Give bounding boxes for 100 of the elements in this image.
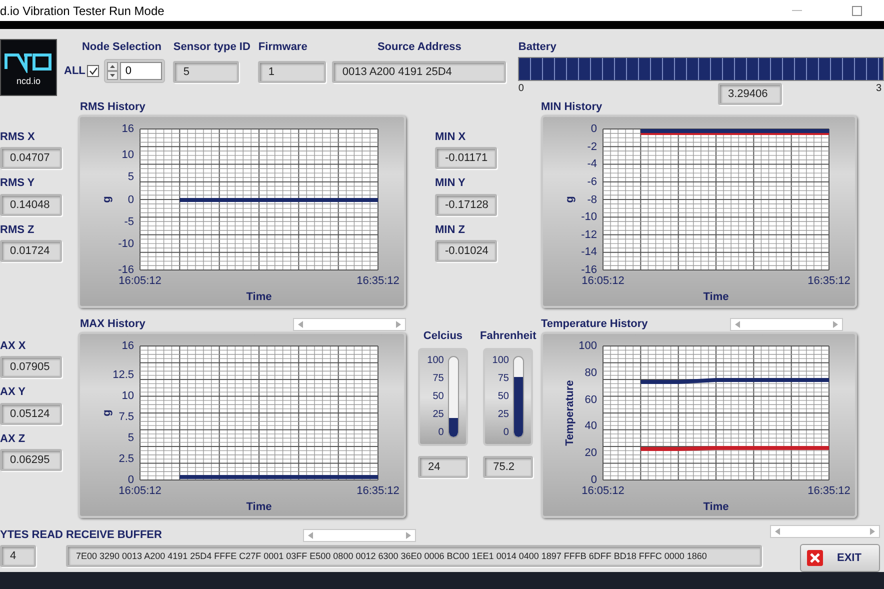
- right-arrow-icon: [870, 528, 875, 535]
- minimize-icon[interactable]: [792, 10, 802, 12]
- chart-title: MIN History: [541, 100, 604, 115]
- y-tick-label: 80: [584, 367, 597, 380]
- readout-field: 0.04707: [0, 147, 62, 170]
- readout-label: AX Y: [0, 385, 26, 400]
- check-icon: [88, 67, 98, 76]
- readout-label: MIN Y: [435, 176, 466, 192]
- y-tick-label: 2.5: [118, 453, 134, 466]
- thermometer-tick-label: 100: [427, 356, 444, 366]
- field-label: RECEIVE BUFFER: [66, 528, 162, 543]
- y-tick-label: 10: [122, 390, 134, 402]
- readout-label: RMS Z: [0, 222, 36, 238]
- horizontal-scrollbar[interactable]: [730, 318, 843, 330]
- thermometer-tick-label: 50: [432, 392, 444, 402]
- x-axis-title: Time: [703, 501, 729, 514]
- thermometer-tick-label: 75: [498, 374, 509, 384]
- y-tick-label: -8: [587, 194, 597, 206]
- field-label: Battery: [518, 40, 558, 55]
- x-axis-title: Time: [246, 291, 272, 304]
- thermometer-tick-label: 0: [503, 428, 509, 438]
- readout-field: 5: [173, 61, 240, 84]
- y-tick-label: 60: [584, 394, 597, 406]
- thermometer-tick-label: 25: [432, 410, 444, 420]
- down-arrow-icon: [110, 74, 116, 78]
- up-arrow-icon: [110, 65, 116, 68]
- thermometer-tick-label: 75: [432, 374, 444, 384]
- x-tick-label: 16:35:12: [808, 275, 850, 288]
- readout-field: 0.14048: [0, 194, 62, 216]
- readout-field: 1: [258, 61, 326, 84]
- y-tick-label: -5: [124, 216, 134, 228]
- thermometer-tick-label: 25: [498, 410, 509, 420]
- y-tick-label: 40: [584, 420, 597, 432]
- logo-text: ncd.io: [16, 75, 41, 88]
- window-title: d.io Vibration Tester Run Mode: [0, 2, 164, 20]
- exit-button[interactable]: EXIT: [800, 544, 880, 572]
- readout-field: 0.07905: [0, 356, 62, 378]
- horizontal-scrollbar[interactable]: [770, 524, 880, 538]
- y-tick-label: 0: [128, 474, 134, 486]
- field-label: Sensor type ID: [173, 40, 250, 55]
- readout-label: AX Z: [0, 432, 26, 447]
- readout-field: -0.01024: [435, 240, 497, 262]
- decrement-button[interactable]: [107, 71, 118, 80]
- left-arrow-icon: [775, 528, 780, 535]
- all-checkbox[interactable]: [87, 65, 100, 78]
- x-tick-label: 16:35:12: [356, 275, 400, 288]
- readout-field: 3.29406: [718, 83, 782, 106]
- thermometer-tick-label: 50: [498, 392, 509, 402]
- increment-button[interactable]: [107, 62, 118, 72]
- y-tick-label: -4: [587, 158, 597, 170]
- readout-label: RMS Y: [0, 176, 36, 192]
- readout-label: RMS X: [0, 130, 36, 145]
- y-tick-label: 0: [590, 123, 597, 136]
- y-tick-label: 12.5: [112, 369, 134, 382]
- node-number-field[interactable]: 0: [120, 62, 162, 80]
- scale-min-label: 0: [518, 82, 524, 96]
- logo-mark-icon: [4, 51, 54, 74]
- y-tick-label: 5: [128, 432, 134, 444]
- readout-label: MIN X: [435, 130, 467, 145]
- y-tick-label: -16: [581, 264, 597, 276]
- readout-field: -0.01171: [435, 147, 497, 170]
- y-tick-label: -2: [587, 141, 597, 154]
- readout-field: 0013 A200 4191 25D4: [332, 61, 506, 84]
- y-tick-label: 20: [584, 447, 597, 460]
- field-label: Firmware: [258, 40, 308, 55]
- y-axis-title: g: [101, 410, 113, 417]
- chart-title: Temperature History: [541, 316, 648, 332]
- horizontal-scrollbar[interactable]: [303, 528, 416, 542]
- y-tick-label: 0: [128, 194, 134, 206]
- y-axis-title: g: [564, 196, 576, 204]
- maximize-icon[interactable]: [852, 6, 862, 16]
- readout-field: 0.01724: [0, 240, 62, 262]
- y-tick-label: 16: [122, 123, 134, 136]
- right-arrow-icon: [396, 320, 401, 328]
- field-label: Source Address: [377, 40, 462, 55]
- readout-field: -0.17128: [435, 194, 497, 216]
- y-tick-label: 16: [122, 340, 134, 352]
- y-axis-title: Temperature: [564, 380, 576, 446]
- y-tick-label: -16: [118, 264, 134, 276]
- y-tick-label: -6: [587, 176, 597, 188]
- left-arrow-icon: [308, 532, 313, 538]
- y-tick-label: 10: [122, 149, 134, 162]
- left-arrow-icon: [735, 320, 740, 328]
- right-arrow-icon: [406, 532, 411, 538]
- y-tick-label: -10: [581, 211, 597, 224]
- readout-field: 4: [0, 545, 36, 568]
- y-tick-label: 0: [590, 474, 597, 486]
- y-tick-label: -12: [581, 229, 597, 242]
- horizontal-scrollbar[interactable]: [293, 318, 406, 330]
- readout-label: AX X: [0, 338, 27, 354]
- y-axis-title: g: [101, 196, 113, 204]
- x-tick-label: 16:05:12: [582, 485, 624, 498]
- field-label: YTES READ: [0, 528, 64, 543]
- x-axis-title: Time: [703, 291, 729, 304]
- y-tick-label: -14: [581, 246, 597, 258]
- readout-field: 0.06295: [0, 449, 62, 472]
- readout-field: 75.2: [483, 456, 534, 478]
- x-axis-title: Time: [246, 501, 272, 514]
- thermometer-tick-label: 100: [492, 356, 509, 366]
- y-tick-label: 100: [578, 340, 597, 352]
